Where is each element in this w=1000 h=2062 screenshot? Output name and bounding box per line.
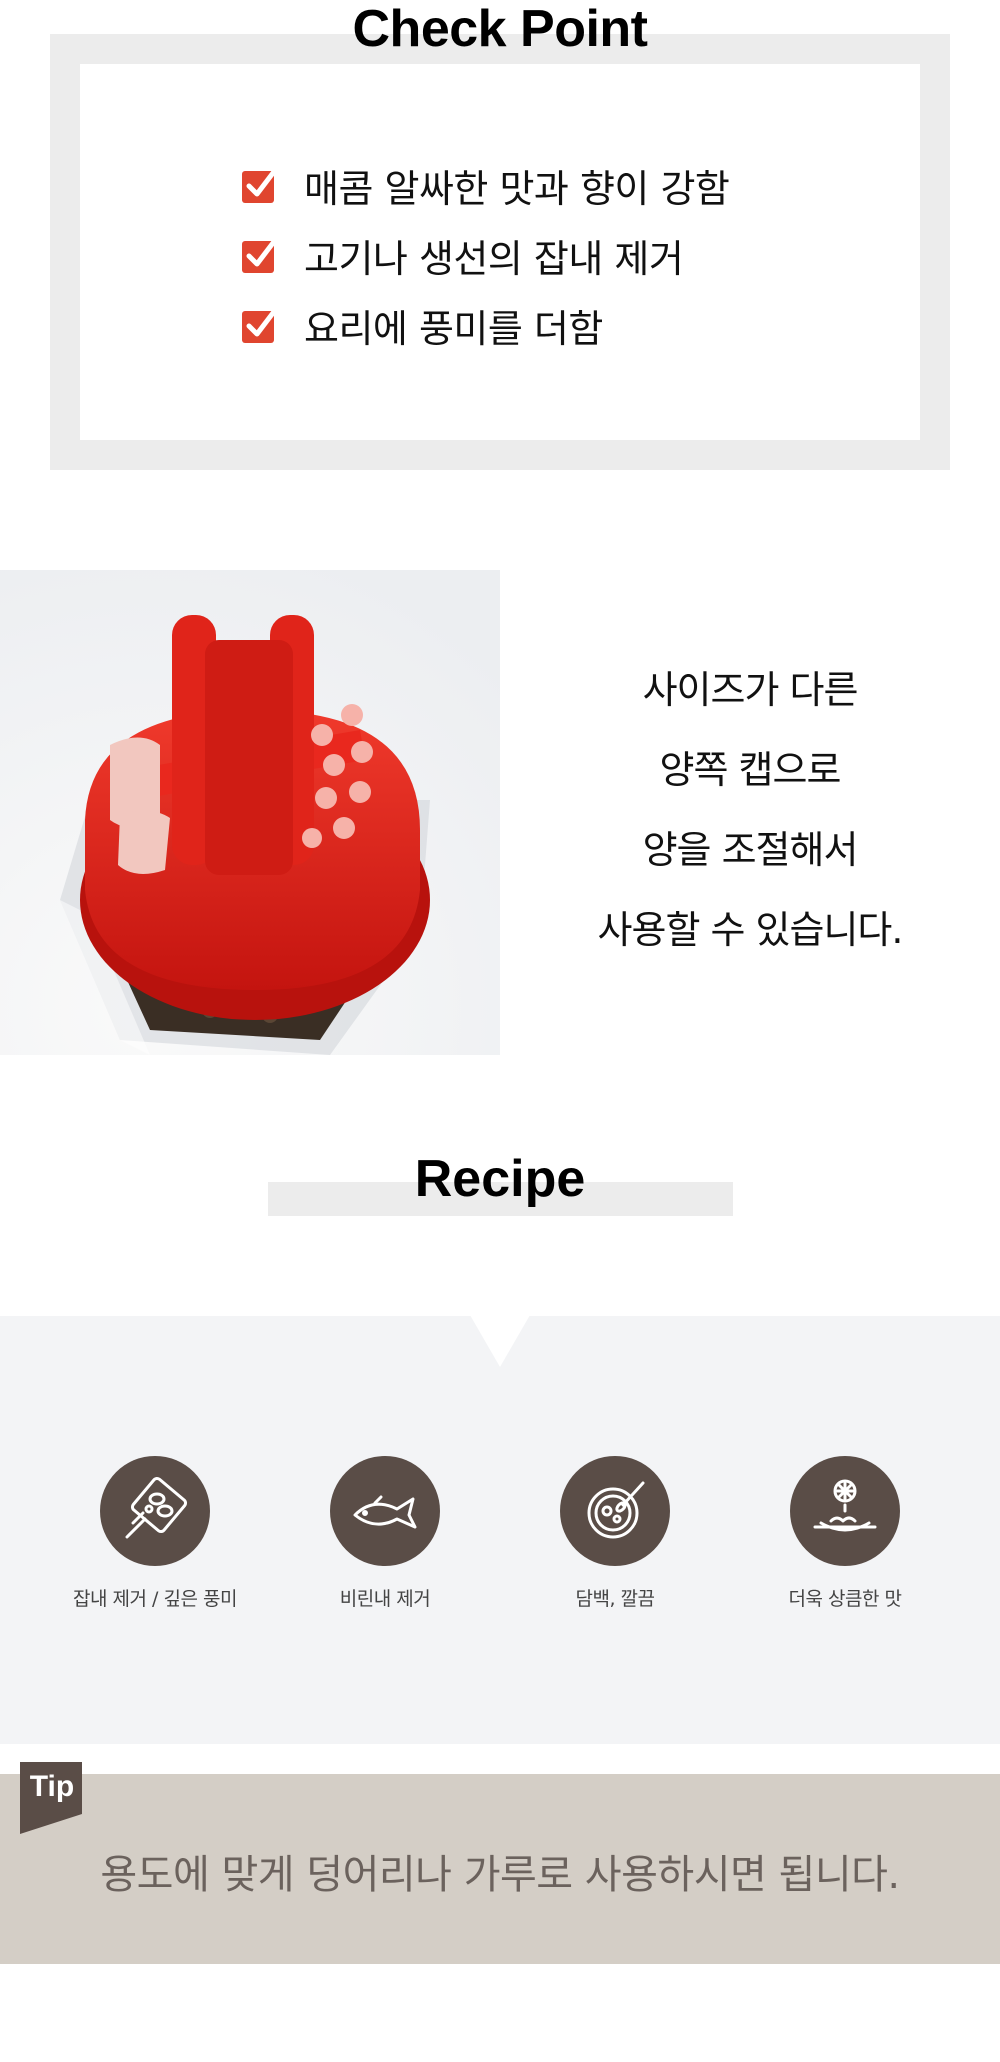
pepper-shaker-image [0, 570, 500, 1055]
product-description: 사이즈가 다른 양쪽 캡으로 양을 조절해서 사용할 수 있습니다. [500, 650, 1000, 970]
recipe-title: Recipe [414, 1150, 586, 1208]
check-point-text: 요리에 풍미를 더함 [304, 306, 603, 351]
check-point-item: 요리에 풍미를 더함 [240, 290, 729, 360]
description-line: 양쪽 캡으로 [659, 748, 842, 792]
recipe-panel-notch [470, 1315, 530, 1367]
recipe-item: 더욱 상큼한 맛 [730, 1456, 960, 1611]
tip-text: 용도에 맞게 덩어리나 가루로 사용하시면 됩니다. [100, 1852, 900, 1898]
recipe-item: 비린내 제거 [270, 1456, 500, 1611]
soup-bowl-icon [560, 1456, 670, 1566]
description-line: 사용할 수 있습니다. [597, 908, 904, 952]
product-photo [0, 570, 500, 1055]
lemon-dish-icon [790, 1456, 900, 1566]
grill-icon [100, 1456, 210, 1566]
recipe-item-label: 비린내 제거 [339, 1588, 431, 1610]
recipe-item: 잡내 제거 / 깊은 풍미 [40, 1456, 270, 1611]
description-line: 양을 조절해서 [642, 828, 859, 872]
fish-icon [330, 1456, 440, 1566]
recipe-item-label: 담백, 깔끔 [575, 1588, 656, 1610]
check-icon [242, 236, 279, 273]
tip-badge: Tip [20, 1762, 82, 1834]
recipe-item-label: 더욱 상큼한 맛 [788, 1588, 902, 1610]
check-point-title: Check Point [352, 0, 649, 58]
tip-badge-label: Tip [29, 1770, 75, 1803]
check-icon [242, 306, 279, 343]
check-point-text: 매콤 알싸한 맛과 향이 강함 [304, 166, 730, 211]
check-point-item: 매콤 알싸한 맛과 향이 강함 [240, 150, 730, 220]
check-icon [242, 166, 279, 203]
description-line: 사이즈가 다른 [642, 668, 859, 712]
check-point-text: 고기나 생선의 잡내 제거 [304, 236, 684, 281]
check-point-item: 고기나 생선의 잡내 제거 [240, 220, 729, 290]
check-point-list: 매콤 알싸한 맛과 향이 강함 고기나 생선의 잡내 제거 요리에 풍미를 더함 [240, 150, 730, 360]
recipe-item: 담백, 깔끔 [500, 1456, 730, 1611]
recipe-item-label: 잡내 제거 / 깊은 풍미 [73, 1588, 237, 1610]
